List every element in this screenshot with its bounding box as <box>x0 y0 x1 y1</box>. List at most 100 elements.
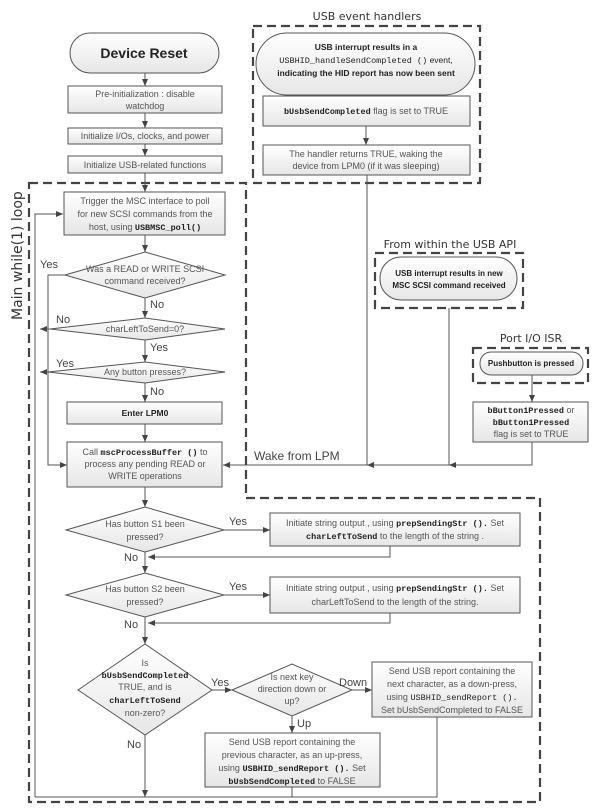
down-line: Send USB report containing the <box>389 666 516 676</box>
text: event, <box>427 55 453 65</box>
yes-label: Yes <box>150 342 168 354</box>
text: Set <box>488 518 505 528</box>
usb-api-terminal <box>379 256 518 301</box>
s1-line: charLeftToSend to the length of the stri… <box>306 531 484 542</box>
code-text: bUsbSendCompleted <box>284 107 371 117</box>
main-loop-label: Main while(1) loop <box>10 191 26 320</box>
no-label: No <box>124 619 138 631</box>
port-isr-title: Port I/O ISR <box>500 332 563 345</box>
up-line: previous character, as an up-press, <box>222 750 363 760</box>
enter-lpm0-label: Enter LPM0 <box>122 408 169 418</box>
down-line: next character, as a down-press, <box>387 679 517 689</box>
device-reset-label: Device Reset <box>100 45 188 61</box>
code-text: prepSendingStr (). <box>396 519 488 529</box>
no-label: No <box>150 299 164 311</box>
decision-text: TRUE, and is <box>118 682 172 692</box>
flowchart: USB event handlers From within the USB A… <box>10 10 590 804</box>
decision-text: bUsbSendCompleted <box>102 671 189 681</box>
s2-line: Initiate string output , using prepSendi… <box>286 583 504 594</box>
yes-label: Yes <box>229 516 247 528</box>
usb-handlers-title: USB event handlers <box>313 10 422 23</box>
decision-s1 <box>64 506 226 553</box>
text: host, using <box>89 222 135 232</box>
code-text: USBHID_sendReport (). <box>410 693 517 703</box>
usb-irq-line: USB interrupt results in a <box>315 42 418 52</box>
usb-api-title: From within the USB API <box>384 238 517 251</box>
text: to <box>197 447 207 457</box>
no-label: No <box>124 552 138 564</box>
decision-text: direction down or <box>258 684 327 694</box>
trigger-line: host, using USBMSC_poll() <box>89 222 201 233</box>
text: to the length of the string . <box>377 531 484 541</box>
decision-text: charLeftToSend=0? <box>106 324 184 334</box>
flag-true-label: bUsbSendCompleted flag is set to TRUE <box>284 106 448 117</box>
decision-text: pressed? <box>126 597 163 607</box>
button-flag-line: bButton1Pressed or <box>487 405 574 416</box>
text: Set <box>488 583 505 593</box>
handler-line: The handler returns TRUE, waking the <box>289 149 442 159</box>
text: Initiate string output , using <box>286 583 396 593</box>
call-line: process any pending READ or <box>84 459 205 469</box>
down-label: Down <box>339 677 367 689</box>
button-flag-line: bButton1Pressed <box>493 418 570 428</box>
code-text: mscProcessBuffer () <box>101 448 198 458</box>
code-text: bUsbSendCompleted <box>228 777 315 787</box>
no-label: No <box>127 739 141 751</box>
decision-text: pressed? <box>126 532 163 542</box>
trigger-line: Trigger the MSC interface to poll <box>80 196 209 206</box>
decision-text: Is next key <box>270 672 314 682</box>
text: using <box>386 692 410 702</box>
decision-text: Has button S1 been <box>105 519 185 529</box>
init-usb-label: Initialize USB-related functions <box>84 160 207 170</box>
text: Call <box>83 447 101 457</box>
text: to FALSE <box>315 776 356 786</box>
usb-irq-line: indicating the HID report has now been s… <box>277 68 455 78</box>
s1-line: Initiate string output , using prepSendi… <box>286 518 504 529</box>
code-text: USBHID_handleSendCompleted () <box>279 56 427 66</box>
down-line: using USBHID_sendReport (). <box>386 692 517 703</box>
decision-s2 <box>64 572 226 618</box>
handler-line: device from LPM0 (if it was sleeping) <box>292 161 439 171</box>
decision-read-write <box>63 251 227 299</box>
decision-text: up? <box>284 696 299 706</box>
text: or <box>564 405 575 415</box>
yes-label: Yes <box>40 259 58 271</box>
code-text: USBMSC_poll() <box>135 223 201 233</box>
code-text: prepSendingStr (). <box>396 584 488 594</box>
decision-text: Is <box>141 658 149 668</box>
pushbutton-label: Pushbutton is pressed <box>488 359 574 368</box>
text: Initiate string output , using <box>286 518 396 528</box>
text: flag is set to TRUE <box>371 106 448 116</box>
up-line: bUsbSendCompleted to FALSE <box>228 776 355 787</box>
yes-label: Yes <box>56 358 74 370</box>
usb-api-line: USB interrupt results in new <box>395 269 503 278</box>
decision-text: command received? <box>104 276 185 286</box>
usb-api-line: MSC SCSI command received <box>392 281 505 290</box>
decision-text: Has button S2 been <box>105 584 185 594</box>
up-line: Send USB report containing the <box>229 737 356 747</box>
decision-text: charLeftToSend <box>109 696 180 706</box>
down-line: Set bUsbSendCompleted to FALSE <box>381 705 523 715</box>
usb-irq-line: USBHID_handleSendCompleted () event, <box>279 55 452 66</box>
yes-label: Yes <box>229 581 247 593</box>
call-line: WRITE operations <box>108 471 182 481</box>
up-line: using USBHID_sendReport (). Set <box>218 763 366 774</box>
no-label: No <box>56 314 70 326</box>
up-label: Up <box>297 718 311 730</box>
init-io-label: Initialize I/Os, clocks, and power <box>81 131 210 141</box>
decision-text: non-zero? <box>125 708 166 718</box>
text: using <box>218 763 242 773</box>
no-label: No <box>150 386 164 398</box>
code-text: bButton1Pressed <box>487 406 564 416</box>
button-flag-line: flag is set to TRUE <box>494 429 569 439</box>
preinit-line: watchdog <box>125 101 165 111</box>
code-text: USBHID_sendReport (). <box>242 764 349 774</box>
text: Set <box>350 763 367 773</box>
call-line: Call mscProcessBuffer () to <box>83 447 208 458</box>
s2-line: charLeftToSend to the length of the stri… <box>311 597 478 607</box>
yes-label: Yes <box>211 677 229 689</box>
decision-text: Was a READ or WRITE SCSI <box>86 264 204 274</box>
wake-label: Wake from LPM <box>254 449 340 463</box>
trigger-line: for new SCSI commands from the <box>77 209 212 219</box>
decision-text: Any button presses? <box>104 367 186 377</box>
